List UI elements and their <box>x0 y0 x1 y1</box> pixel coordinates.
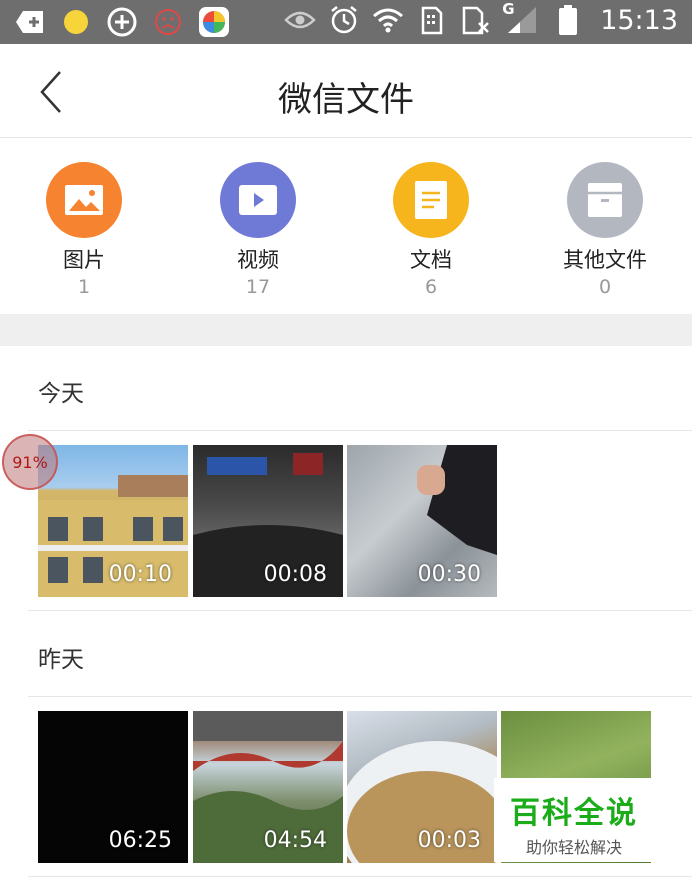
video-thumbnail[interactable]: 06:25 <box>38 711 188 863</box>
document-icon <box>415 181 447 219</box>
category-count: 6 <box>424 276 438 298</box>
video-duration: 04:54 <box>263 828 327 853</box>
yellow-dot-icon <box>60 6 92 38</box>
video-thumbnail[interactable]: 00:30 <box>347 445 497 597</box>
category-videos[interactable]: 视频 17 <box>183 162 333 298</box>
category-documents[interactable]: 文档 6 <box>356 162 506 298</box>
category-count: 1 <box>77 276 91 298</box>
section-separator <box>0 314 692 346</box>
eye-icon <box>284 4 316 36</box>
watermark-title: 百科全说 <box>510 796 638 831</box>
divider <box>28 430 692 431</box>
video-thumbnail[interactable]: 00:10 <box>38 445 188 597</box>
watermark: 百科全说 助你轻松解决 <box>494 778 654 862</box>
app-store-icon <box>198 6 230 38</box>
divider <box>28 610 692 611</box>
progress-badge[interactable]: 91% <box>2 434 58 490</box>
clock: 15:13 <box>600 4 678 36</box>
sim-card-icon <box>416 4 448 36</box>
section-title-today: 今天 <box>38 381 84 407</box>
file-categories: 图片 1 视频 17 文档 6 其他文件 0 <box>0 138 692 314</box>
wifi-icon <box>372 4 404 36</box>
video-thumbnail[interactable]: 00:08 <box>193 445 343 597</box>
divider <box>28 696 692 697</box>
category-label: 图片 <box>63 248 105 272</box>
signal-icon: G <box>502 0 540 36</box>
archive-icon <box>588 183 622 217</box>
video-icon <box>239 185 277 215</box>
video-thumbnail[interactable]: 04:54 <box>193 711 343 863</box>
category-label: 其他文件 <box>563 248 647 272</box>
plus-circle-icon <box>106 6 138 38</box>
divider <box>28 876 692 877</box>
category-label: 视频 <box>237 248 279 272</box>
video-duration: 00:10 <box>108 562 172 587</box>
section-title-yesterday: 昨天 <box>38 647 84 673</box>
video-duration: 06:25 <box>108 828 172 853</box>
image-icon <box>65 185 103 215</box>
video-duration: 00:03 <box>417 828 481 853</box>
battery-icon <box>552 4 584 36</box>
alarm-icon <box>328 4 360 36</box>
category-label: 文档 <box>410 248 452 272</box>
status-bar: G 15:13 <box>0 0 692 44</box>
category-count: 0 <box>598 276 612 298</box>
video-duration: 00:08 <box>263 562 327 587</box>
category-count: 17 <box>245 276 271 298</box>
video-duration: 00:30 <box>417 562 481 587</box>
category-other-files[interactable]: 其他文件 0 <box>530 162 680 298</box>
page-title: 微信文件 <box>278 80 414 120</box>
category-images[interactable]: 图片 1 <box>9 162 159 298</box>
add-notification-icon <box>14 6 46 38</box>
sad-face-icon <box>152 6 184 38</box>
watermark-subtitle: 助你轻松解决 <box>525 838 622 857</box>
network-type: G <box>502 0 515 18</box>
video-thumbnail[interactable]: 00:03 <box>347 711 497 863</box>
title-bar: 微信文件 <box>0 44 692 138</box>
sim-card-disabled-icon <box>460 4 492 36</box>
